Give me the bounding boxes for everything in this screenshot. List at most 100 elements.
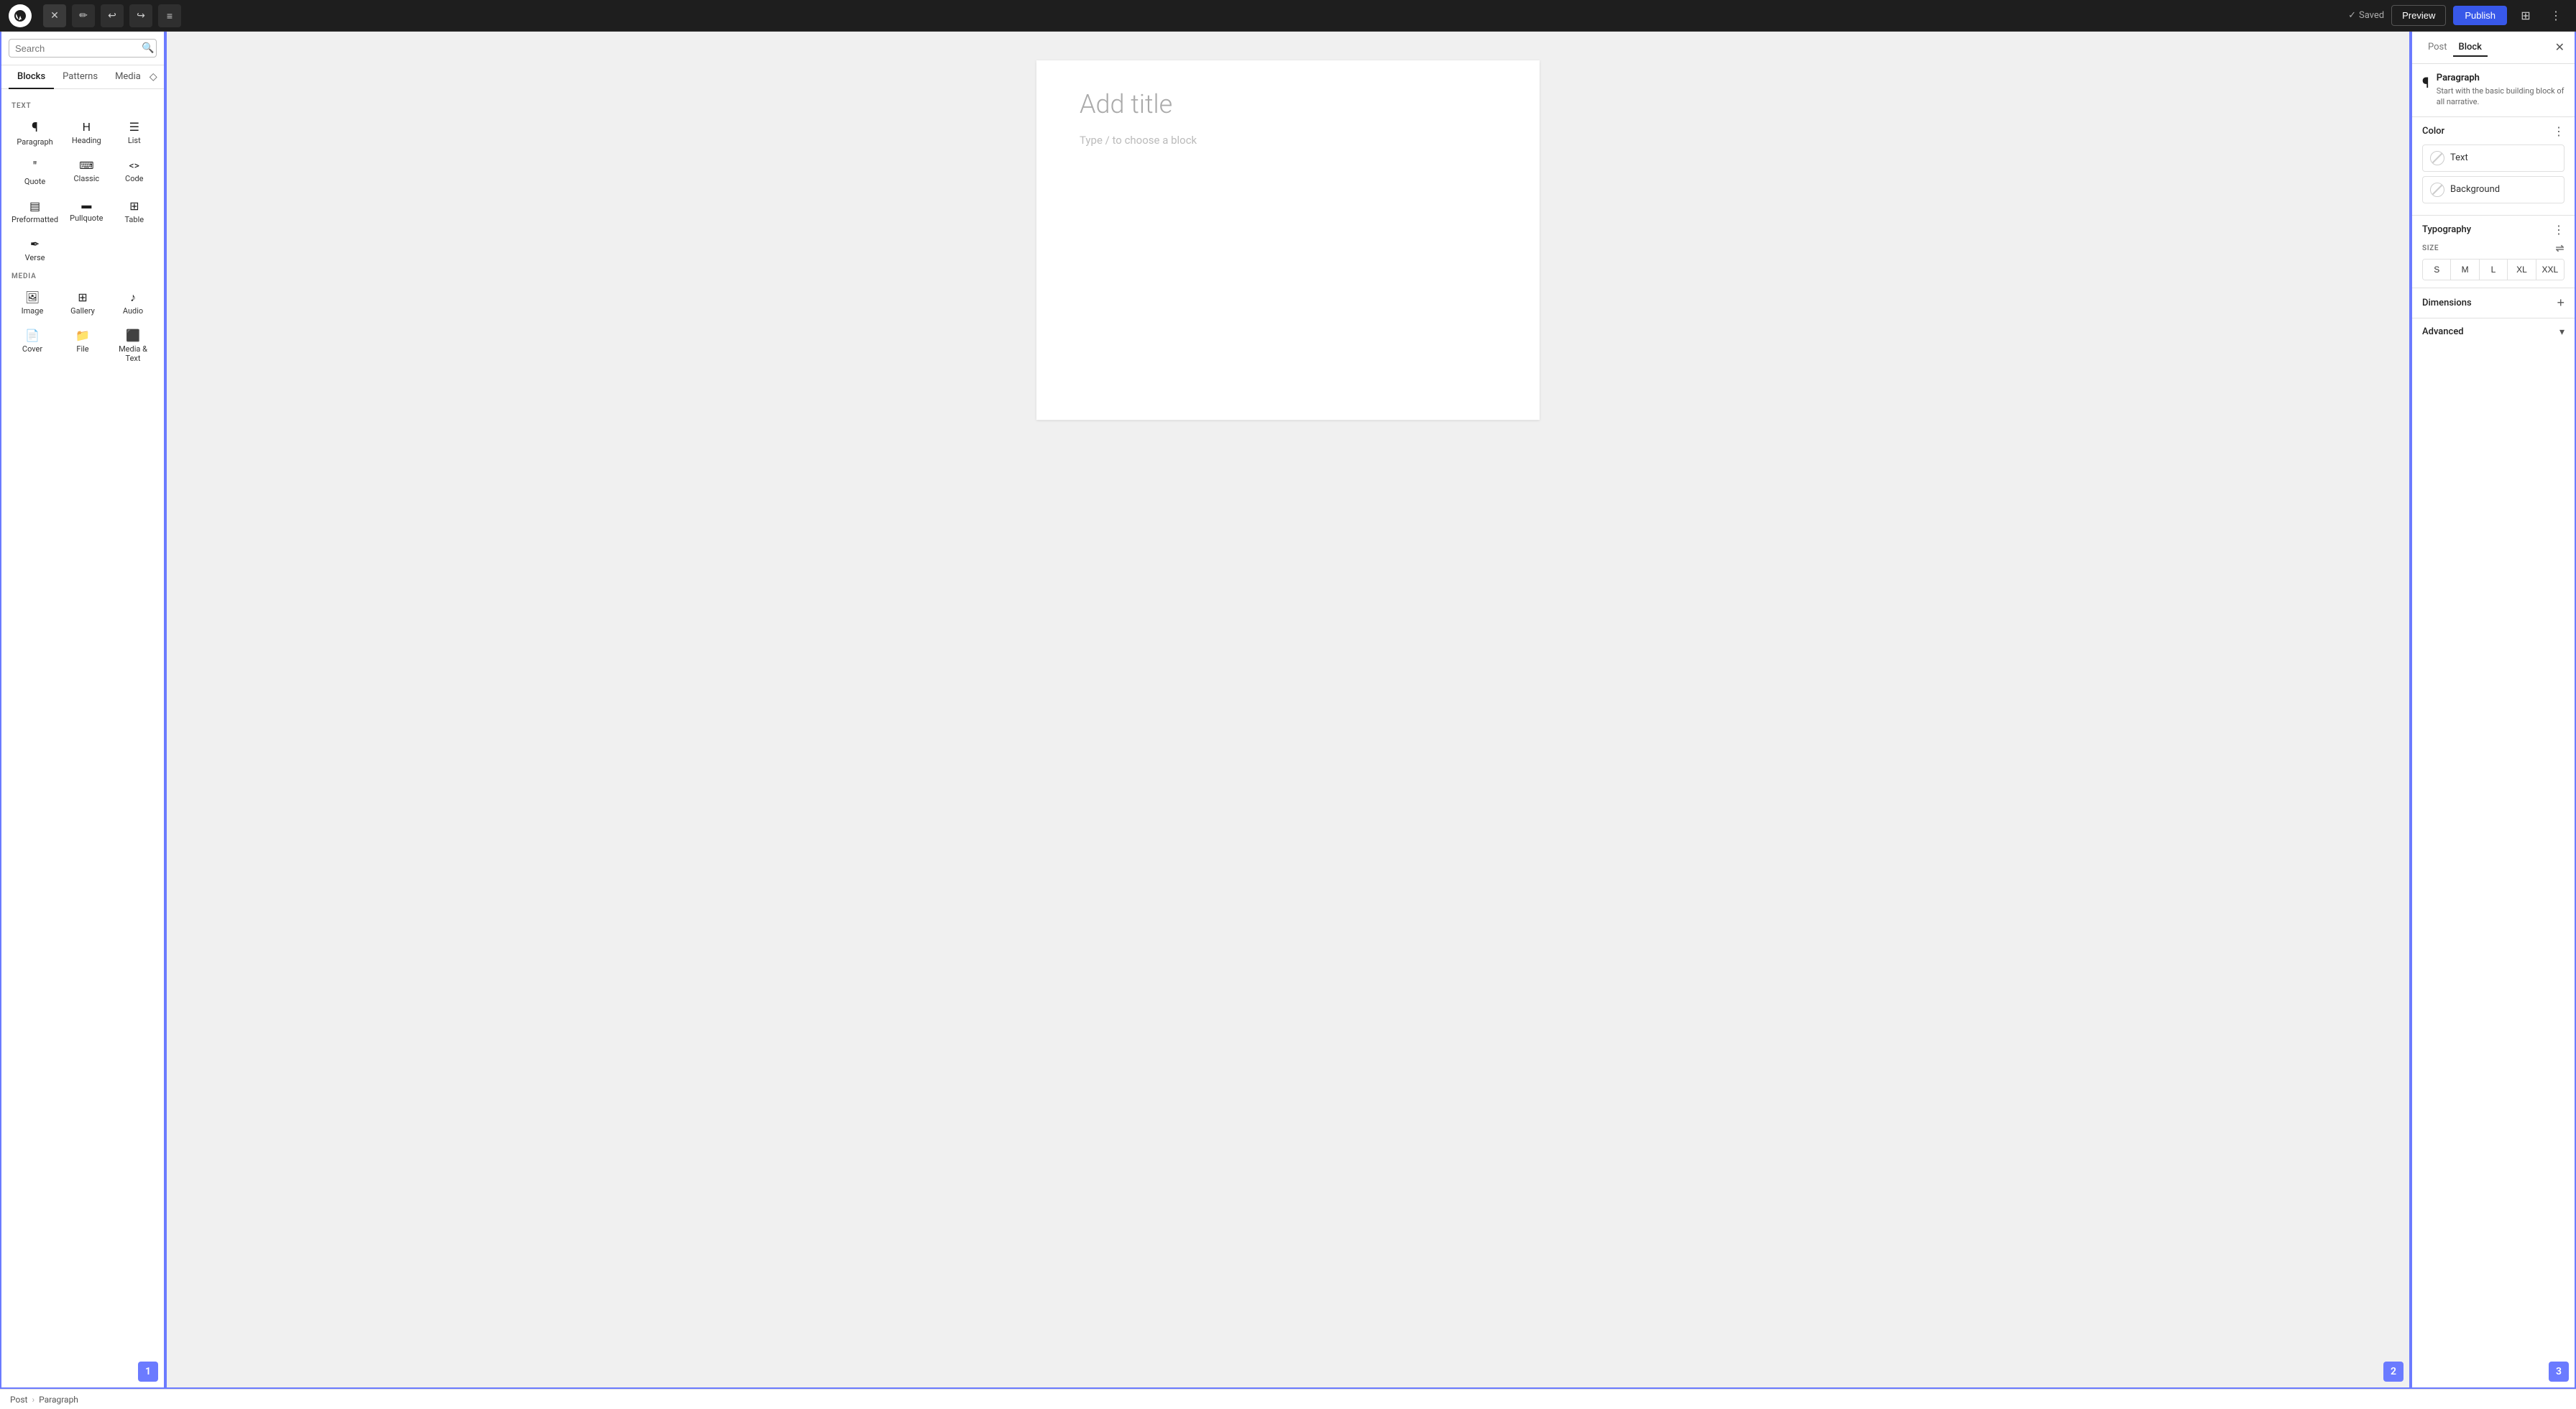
close-icon: ✕ bbox=[2555, 42, 2564, 54]
redo-button[interactable]: ↪ bbox=[129, 4, 152, 27]
breadcrumb-paragraph[interactable]: Paragraph bbox=[39, 1395, 78, 1405]
media-section-label: MEDIA bbox=[12, 272, 157, 280]
block-gallery[interactable]: ⊞ Gallery bbox=[59, 285, 106, 320]
settings-icon: ⊞ bbox=[2521, 9, 2530, 23]
pullquote-icon: ▬ bbox=[81, 201, 91, 211]
top-toolbar: ✕ ✏ ↩ ↪ ≡ ✓ Saved Preview Publish ⊞ ⋮ bbox=[0, 0, 2576, 32]
edit-button[interactable]: ✏ bbox=[72, 4, 95, 27]
tab-blocks[interactable]: Blocks bbox=[9, 65, 54, 89]
wp-logo[interactable] bbox=[9, 4, 32, 27]
block-audio[interactable]: ♪ Audio bbox=[109, 285, 157, 320]
left-panel: 🔍 Blocks Patterns Media ◇ TEXT ¶ Paragra… bbox=[0, 32, 165, 1389]
tab-media[interactable]: Media bbox=[106, 65, 150, 89]
block-media-text[interactable]: ⬛ Media & Text bbox=[109, 323, 157, 367]
close-button[interactable]: ✕ bbox=[43, 4, 66, 27]
typography-more-button[interactable]: ⋮ bbox=[2553, 223, 2564, 237]
settings-button[interactable]: ⊞ bbox=[2514, 4, 2537, 27]
block-image[interactable]: 🖼 Image bbox=[9, 285, 56, 320]
right-panel-close-button[interactable]: ✕ bbox=[2555, 40, 2564, 55]
close-icon: ✕ bbox=[50, 9, 59, 22]
canvas-area: Add title Type / to choose a block 2 bbox=[165, 32, 2411, 1389]
size-l-button[interactable]: L bbox=[2480, 260, 2508, 280]
size-s-button[interactable]: S bbox=[2423, 260, 2451, 280]
publish-button[interactable]: Publish bbox=[2453, 6, 2507, 25]
panel-number-2: 2 bbox=[2383, 1362, 2404, 1382]
typography-section: Typography ⋮ SIZE ⇌ S M L XL XXL bbox=[2412, 216, 2575, 288]
block-paragraph[interactable]: ¶ Paragraph bbox=[9, 114, 61, 151]
breadcrumb-separator: › bbox=[32, 1395, 34, 1405]
panel-number-3: 3 bbox=[2549, 1362, 2569, 1382]
background-color-option[interactable]: Background bbox=[2422, 176, 2564, 203]
typography-section-title: Typography bbox=[2422, 224, 2553, 235]
size-label: SIZE ⇌ bbox=[2422, 243, 2564, 254]
redo-icon: ↪ bbox=[137, 9, 145, 22]
right-header: Post Block ✕ bbox=[2412, 32, 2575, 64]
more-icon: ⋮ bbox=[2550, 9, 2562, 23]
undo-button[interactable]: ↩ bbox=[101, 4, 124, 27]
right-panel: Post Block ✕ ¶ Paragraph Start with the … bbox=[2411, 32, 2576, 1389]
block-info-text: Paragraph Start with the basic building … bbox=[2437, 73, 2564, 108]
color-section: Color ⋮ Text Background bbox=[2412, 117, 2575, 216]
color-more-button[interactable]: ⋮ bbox=[2553, 124, 2564, 139]
advanced-title: Advanced bbox=[2422, 326, 2559, 337]
right-tab-block[interactable]: Block bbox=[2453, 39, 2488, 57]
size-xl-button[interactable]: XL bbox=[2508, 260, 2536, 280]
editor-title[interactable]: Add title bbox=[1080, 89, 1496, 119]
filter-icon[interactable]: ⇌ bbox=[2556, 243, 2564, 254]
background-color-circle bbox=[2430, 183, 2444, 197]
editor-canvas[interactable]: Add title Type / to choose a block bbox=[1036, 60, 1540, 420]
media-blocks-grid: 🖼 Image ⊞ Gallery ♪ Audio 📄 Cover bbox=[9, 285, 157, 367]
size-m-button[interactable]: M bbox=[2451, 260, 2479, 280]
search-bar: 🔍 bbox=[1, 32, 164, 65]
quote-icon: " bbox=[33, 161, 37, 174]
block-info-desc: Start with the basic building block of a… bbox=[2437, 86, 2564, 108]
block-quote[interactable]: " Quote bbox=[9, 154, 61, 191]
blocks-content: TEXT ¶ Paragraph H Heading ☰ List bbox=[1, 89, 164, 1387]
list-view-button[interactable]: ≡ bbox=[158, 4, 181, 27]
block-list[interactable]: ☰ List bbox=[112, 114, 157, 151]
tab-patterns[interactable]: Patterns bbox=[54, 65, 106, 89]
size-xxl-button[interactable]: XXL bbox=[2536, 260, 2564, 280]
toolbar-right: ✓ Saved Preview Publish ⊞ ⋮ bbox=[2348, 4, 2567, 27]
editor-placeholder[interactable]: Type / to choose a block bbox=[1080, 134, 1496, 147]
preview-button[interactable]: Preview bbox=[2391, 5, 2446, 26]
block-preformatted[interactable]: ▤ Preformatted bbox=[9, 193, 61, 229]
block-table[interactable]: ⊞ Table bbox=[112, 193, 157, 229]
dimensions-title: Dimensions bbox=[2422, 298, 2557, 308]
text-color-option[interactable]: Text bbox=[2422, 144, 2564, 172]
search-input[interactable] bbox=[15, 43, 142, 54]
text-section-label: TEXT bbox=[12, 102, 157, 110]
no-color-slash-bg bbox=[2432, 185, 2442, 195]
breadcrumb-post[interactable]: Post bbox=[10, 1395, 27, 1405]
audio-icon: ♪ bbox=[130, 292, 136, 303]
block-file[interactable]: 📁 File bbox=[59, 323, 106, 367]
block-cover[interactable]: 📄 Cover bbox=[9, 323, 56, 367]
paragraph-icon: ¶ bbox=[32, 121, 38, 134]
toolbar-left: ✕ ✏ ↩ ↪ ≡ bbox=[9, 4, 2348, 27]
text-blocks-grid: ¶ Paragraph H Heading ☰ List " Quote bbox=[9, 114, 157, 267]
pencil-icon: ✏ bbox=[79, 9, 88, 22]
block-classic[interactable]: ⌨ Classic bbox=[64, 154, 109, 191]
advanced-chevron-button[interactable]: ▾ bbox=[2559, 326, 2564, 338]
dimensions-add-button[interactable]: + bbox=[2557, 295, 2564, 311]
block-verse[interactable]: ✒ Verse bbox=[9, 231, 61, 267]
paragraph-block-icon: ¶ bbox=[2422, 74, 2429, 91]
search-icon: 🔍 bbox=[142, 42, 154, 54]
verse-icon: ✒ bbox=[30, 239, 40, 250]
bookmark-icon[interactable]: ◇ bbox=[150, 71, 157, 83]
status-bar: Post › Paragraph bbox=[0, 1389, 2576, 1409]
typography-section-header: Typography ⋮ bbox=[2422, 223, 2564, 237]
block-code[interactable]: <> Code bbox=[112, 154, 157, 191]
saved-status: ✓ Saved bbox=[2348, 10, 2384, 21]
checkmark-icon: ✓ bbox=[2348, 10, 2356, 21]
block-heading[interactable]: H Heading bbox=[64, 114, 109, 151]
block-pullquote[interactable]: ▬ Pullquote bbox=[64, 193, 109, 229]
color-section-title: Color bbox=[2422, 126, 2553, 137]
tabs-row: Blocks Patterns Media ◇ bbox=[1, 65, 164, 89]
search-input-wrap[interactable]: 🔍 bbox=[9, 39, 157, 58]
block-info-title: Paragraph bbox=[2437, 73, 2564, 83]
right-tab-post[interactable]: Post bbox=[2422, 39, 2453, 57]
more-options-button[interactable]: ⋮ bbox=[2544, 4, 2567, 27]
code-icon: <> bbox=[129, 161, 139, 171]
advanced-row: Advanced ▾ bbox=[2412, 318, 2575, 345]
